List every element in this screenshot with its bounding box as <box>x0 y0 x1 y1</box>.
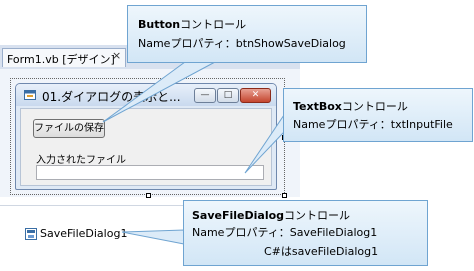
callout-textbox-control: TextBoxコントロール Nameプロパティ：txtInputFile <box>283 88 473 142</box>
callout-dialog-title-bold: SaveFileDialog <box>192 209 285 222</box>
callout-button-title: Buttonコントロール <box>138 16 246 32</box>
callout-textbox-title: TextBoxコントロール <box>293 98 408 114</box>
callout-button-control: Buttonコントロール Nameプロパティ：btnShowSaveDialog <box>127 5 367 63</box>
callout-savefiledialog-control: SaveFileDialogコントロール Nameプロパティ：SaveFileD… <box>183 200 428 266</box>
callout-button-title-bold: Button <box>138 18 181 31</box>
callout-button-line: Nameプロパティ：btnShowSaveDialog <box>138 37 346 50</box>
callout-button-title-rest: コントロール <box>180 18 247 31</box>
callout-dialog-title: SaveFileDialogコントロール <box>192 207 350 223</box>
callout-dialog-line1: Nameプロパティ：SaveFileDialog1 <box>192 226 378 239</box>
callout-textbox-title-rest: コントロール <box>341 100 408 113</box>
callout-dialog-line2: C#はsaveFileDialog1 <box>264 245 379 258</box>
callout-textbox-title-bold: TextBox <box>293 100 342 113</box>
callout-textbox-line: Nameプロパティ：txtInputFile <box>293 118 453 131</box>
callout-dialog-title-rest: コントロール <box>284 209 351 222</box>
